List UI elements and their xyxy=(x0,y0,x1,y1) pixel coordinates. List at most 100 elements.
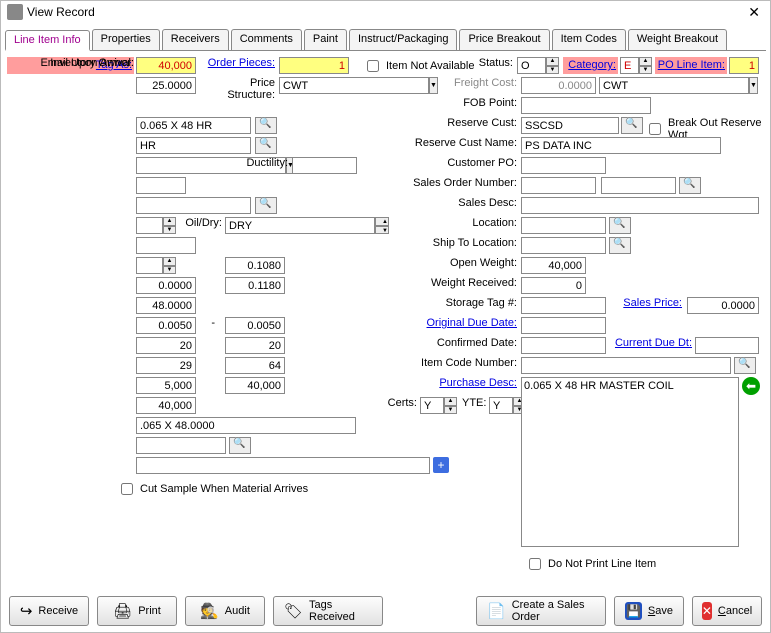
ductility-input[interactable] xyxy=(292,157,357,174)
label-order-pieces: Order Pieces: xyxy=(200,57,275,69)
create-sales-order-button[interactable]: 📄Create a Sales Order xyxy=(476,596,606,626)
width-tol-a-input[interactable] xyxy=(136,317,196,334)
price-struct-combo[interactable]: ▼ xyxy=(279,77,359,94)
gage-max-b-input[interactable] xyxy=(225,277,285,294)
category-spinner[interactable]: ▲▼ xyxy=(620,57,652,74)
fob-input[interactable] xyxy=(521,97,651,114)
inv-owner-input[interactable] xyxy=(136,437,226,454)
label-sales-desc: Sales Desc: xyxy=(407,197,517,209)
cancel-button[interactable]: ✕Cancel xyxy=(692,596,762,626)
ship-to-input[interactable] xyxy=(521,237,606,254)
sales-order-line-input[interactable] xyxy=(601,177,676,194)
freight-uom-combo[interactable]: ▼ xyxy=(599,77,654,94)
cut-sample-checkbox[interactable]: Cut Sample When Material Arrives xyxy=(117,480,308,498)
location-input[interactable] xyxy=(521,217,606,234)
ship-to-lookup-icon[interactable] xyxy=(609,237,631,254)
minmax-id-a-input[interactable] xyxy=(136,337,196,354)
item-not-available-checkbox[interactable]: Item Not Available xyxy=(363,57,474,75)
storage-tag-input[interactable] xyxy=(521,297,606,314)
orig-due-date-input[interactable] xyxy=(521,317,606,334)
label-open-weight: Open Weight: xyxy=(407,257,517,269)
label-confirmed-date: Confirmed Date: xyxy=(407,337,517,349)
minmax-coil-a-input[interactable] xyxy=(136,377,196,394)
product-input[interactable] xyxy=(136,137,251,154)
sales-price-input[interactable] xyxy=(687,297,759,314)
gage-type-spinner[interactable]: ▲▼ xyxy=(136,257,176,274)
tab-receivers[interactable]: Receivers xyxy=(162,29,229,50)
rb-min-input[interactable] xyxy=(136,237,196,254)
tab-item-codes[interactable]: Item Codes xyxy=(552,29,626,50)
label-purchase-desc: Purchase Desc: xyxy=(407,377,517,389)
sales-order-lookup-icon[interactable] xyxy=(679,177,701,194)
tab-price-breakout[interactable]: Price Breakout xyxy=(459,29,549,50)
do-not-print-checkbox[interactable]: Do Not Print Line Item xyxy=(525,555,656,573)
label-email-arrival: Email Upon Arrival: xyxy=(7,57,134,69)
tags-received-button[interactable]: 🏷Tags Received xyxy=(273,596,383,626)
confirmed-date-input[interactable] xyxy=(521,337,606,354)
max-lift-input[interactable] xyxy=(136,397,196,414)
customer-po-input[interactable] xyxy=(521,157,606,174)
product-lookup-icon[interactable] xyxy=(255,137,277,154)
part-number-input[interactable] xyxy=(136,117,251,134)
tab-comments[interactable]: Comments xyxy=(231,29,302,50)
tab-line-item-info[interactable]: Line Item Info xyxy=(5,30,90,51)
oil-dry-combo[interactable]: ▲▼ xyxy=(225,217,360,234)
weight-received-input[interactable] xyxy=(521,277,586,294)
email-arrival-input[interactable] xyxy=(136,457,430,474)
tab-paint[interactable]: Paint xyxy=(304,29,347,50)
label-status: Status: xyxy=(473,57,513,69)
minmax-od-a-input[interactable] xyxy=(136,357,196,374)
nct-ct-spinner[interactable]: ▲▼ xyxy=(136,217,176,234)
freight-cost-input[interactable] xyxy=(521,77,596,94)
audit-button[interactable]: 🕵Audit xyxy=(185,596,265,626)
open-weight-input[interactable] xyxy=(521,257,586,274)
item-code-input[interactable] xyxy=(521,357,731,374)
price-input[interactable] xyxy=(136,77,196,94)
finish-input[interactable] xyxy=(136,177,186,194)
reserve-name-input[interactable] xyxy=(521,137,721,154)
reserve-cust-input[interactable] xyxy=(521,117,619,134)
inv-owner-lookup-icon[interactable] xyxy=(229,437,251,454)
gage-max-a-input[interactable] xyxy=(225,257,285,274)
minmax-od-b-input[interactable] xyxy=(225,357,285,374)
sales-order-input[interactable] xyxy=(521,177,596,194)
app-icon xyxy=(7,4,23,20)
status-spinner[interactable]: ▲▼ xyxy=(517,57,559,74)
po-line-input[interactable] xyxy=(729,57,759,74)
tab-instruct-packaging[interactable]: Instruct/Packaging xyxy=(349,29,458,50)
coating-wgt-input[interactable] xyxy=(136,197,251,214)
label-item-code-number: Item Code Number: xyxy=(387,357,517,369)
receive-button[interactable]: ↪Receive xyxy=(9,596,89,626)
reserve-cust-lookup-icon[interactable] xyxy=(621,117,643,134)
add-email-icon[interactable]: + xyxy=(433,457,449,473)
coating-lookup-icon[interactable] xyxy=(255,197,277,214)
save-button[interactable]: 💾Save xyxy=(614,596,684,626)
width-input[interactable] xyxy=(136,297,196,314)
certs-spinner[interactable]: ▲▼ xyxy=(420,397,457,414)
part-number-lookup-icon[interactable] xyxy=(255,117,277,134)
titlebar: View Record ✕ xyxy=(1,1,770,23)
width-tol-b-input[interactable] xyxy=(225,317,285,334)
item-code-lookup-icon[interactable] xyxy=(734,357,756,374)
minmax-id-b-input[interactable] xyxy=(225,337,285,354)
footer-toolbar: ↪Receive 🖨Print 🕵Audit 🏷Tags Received 📄C… xyxy=(9,596,762,626)
purchase-desc-textarea[interactable]: 0.065 X 48 HR MASTER COIL xyxy=(521,377,739,547)
location-lookup-icon[interactable] xyxy=(609,217,631,234)
label-current-due: Current Due Dt: xyxy=(610,337,692,349)
sales-desc-input[interactable] xyxy=(521,197,759,214)
tab-properties[interactable]: Properties xyxy=(92,29,160,50)
order-pieces-input[interactable] xyxy=(279,57,349,74)
view-record-window: View Record ✕ Line Item Info Properties … xyxy=(0,0,771,633)
close-icon[interactable]: ✕ xyxy=(744,4,764,21)
minmax-coil-b-input[interactable] xyxy=(225,377,285,394)
inventory-grade-combo[interactable]: ▼ xyxy=(136,157,231,174)
label-reserve-cust: Reserve Cust: xyxy=(407,117,517,129)
gage-min-input[interactable] xyxy=(136,277,196,294)
label-customer-po: Customer PO: xyxy=(407,157,517,169)
tab-weight-breakout[interactable]: Weight Breakout xyxy=(628,29,727,50)
back-arrow-icon[interactable]: ⬅ xyxy=(742,377,760,395)
tag-as-input[interactable] xyxy=(136,417,356,434)
current-due-input[interactable] xyxy=(695,337,759,354)
print-button[interactable]: 🖨Print xyxy=(97,596,177,626)
original-weight-input[interactable] xyxy=(136,57,196,74)
